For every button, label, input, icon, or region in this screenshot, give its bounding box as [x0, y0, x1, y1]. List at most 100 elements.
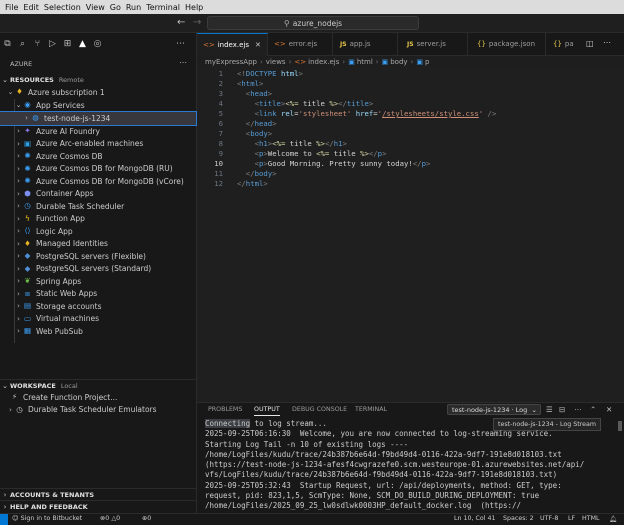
cosmos-db-icon: ✺: [24, 151, 31, 161]
indentation[interactable]: Spaces: 2: [503, 515, 534, 522]
virtual-machine-icon: ▭: [23, 313, 32, 323]
tree-item[interactable]: › ⟨⟩ Logic App: [0, 225, 210, 238]
menu-terminal[interactable]: Terminal: [146, 3, 180, 12]
tree-item[interactable]: › ▣ Azure Arc-enabled machines: [0, 138, 210, 151]
tree-item-app-services[interactable]: ⌄ ◉ App Services: [0, 99, 210, 112]
breadcrumb-item[interactable]: index.ejs: [308, 58, 339, 66]
json-file-icon: {}: [477, 40, 486, 48]
list-filter-icon[interactable]: ☰: [546, 405, 553, 414]
emulator-icon: ◷: [16, 404, 23, 414]
problems-indicator[interactable]: ⊗0 △0: [100, 515, 120, 522]
notifications-icon[interactable]: 🔔︎: [609, 515, 617, 523]
workspace-item-emulators[interactable]: › ◷ Durable Task Scheduler Emulators: [0, 404, 202, 417]
chevron-right-icon: ›: [17, 202, 20, 211]
run-debug-icon[interactable]: ▷: [45, 39, 60, 49]
more-icon[interactable]: ⋯: [173, 39, 188, 49]
forward-arrow-icon[interactable]: →: [193, 17, 201, 28]
remote-explorer-icon[interactable]: ◎: [90, 39, 105, 49]
menu-selection[interactable]: Selection: [44, 3, 81, 12]
menu-help[interactable]: Help: [185, 3, 203, 12]
breadcrumb-item[interactable]: myExpressApp: [205, 58, 257, 66]
tree-item[interactable]: › ❦ Spring Apps: [0, 275, 210, 288]
tree-item[interactable]: › ▭ Virtual machines: [0, 313, 210, 326]
breadcrumb-item[interactable]: html: [357, 58, 373, 66]
tab-index-ejs[interactable]: <> index.ejs ✕: [197, 33, 268, 56]
source-control-icon[interactable]: ⑂: [30, 39, 45, 49]
chevron-right-icon: ›: [375, 58, 379, 66]
line-number: 9: [218, 149, 223, 158]
tab-server-js[interactable]: JS server.js: [401, 33, 468, 55]
tab-debug-console[interactable]: DEBUG CONSOLE: [292, 406, 347, 413]
tree-item-subscription[interactable]: ⌄ ♦ Azure subscription 1: [0, 86, 202, 99]
log-line: vfs/LogFiles/kudu/trace/24b387b6e64d-f9b…: [205, 470, 558, 480]
breadcrumb-item[interactable]: p: [425, 58, 429, 66]
tab-terminal[interactable]: TERMINAL: [355, 406, 387, 413]
tree-item[interactable]: › ⬢ Container Apps: [0, 188, 210, 201]
end-of-line[interactable]: LF: [568, 515, 575, 522]
tree-item[interactable]: › ◆ PostgreSQL servers (Standard): [0, 263, 210, 276]
command-center-search[interactable]: ⚲ azure_nodejs: [207, 16, 419, 30]
tree-item[interactable]: › ▦ Web PubSub: [0, 325, 210, 338]
breadcrumb-item[interactable]: body: [390, 58, 407, 66]
explorer-icon[interactable]: ⧉: [0, 39, 15, 49]
extensions-icon[interactable]: ⊞: [60, 39, 75, 49]
split-editor-icon[interactable]: ◫: [586, 39, 594, 48]
bitbucket-signin[interactable]: ☺ Sign in to Bitbucket: [12, 515, 82, 522]
menu-go[interactable]: Go: [110, 3, 121, 12]
resources-section-header[interactable]: ⌄ RESOURCES Remote: [0, 74, 196, 86]
help-section-header[interactable]: › HELP AND FEEDBACK: [0, 500, 196, 513]
info-indicator[interactable]: ⊕0: [142, 515, 151, 522]
tree-item[interactable]: › ✺ Azure Cosmos DB: [0, 150, 210, 163]
tree-item[interactable]: › ✺ Azure Cosmos DB for MongoDB (vCore): [0, 175, 210, 188]
app-services-icon: ◉: [24, 100, 31, 110]
lock-icon[interactable]: ⊟: [559, 405, 565, 414]
tree-item[interactable]: › ▤ Storage accounts: [0, 300, 210, 313]
tree-item[interactable]: › ◆ PostgreSQL servers (Flexible): [0, 250, 210, 263]
status-bar: ☺ Sign in to Bitbucket ⊗0 △0 ⊕0 Ln 10, C…: [0, 513, 624, 525]
search-view-icon[interactable]: ⌕: [15, 39, 30, 49]
panel-scrollbar[interactable]: [618, 421, 622, 431]
sidebar-more-icon[interactable]: ⋯: [179, 58, 187, 67]
account-icon: ☺: [12, 515, 21, 522]
tree-item[interactable]: › ✺ Azure Cosmos DB for MongoDB (RU): [0, 163, 210, 176]
side-bar: ⧉ ⌕ ⑂ ▷ ⊞ ▲ ◎ ⋯ AZURE ⋯ ⌄ RESOURCES Remo…: [0, 33, 197, 513]
element-icon: ▣: [416, 58, 423, 66]
encoding[interactable]: UTF-8: [540, 515, 558, 522]
more-actions-icon[interactable]: ⋯: [603, 38, 611, 47]
chevron-up-icon[interactable]: ⌃: [590, 405, 596, 414]
cursor-position[interactable]: Ln 10, Col 41: [454, 515, 496, 522]
menu-file[interactable]: File: [5, 3, 18, 12]
language-mode[interactable]: HTML: [582, 515, 600, 522]
tab-package-json[interactable]: {} package.json: [471, 33, 546, 55]
menu-edit[interactable]: Edit: [23, 3, 39, 12]
code-editor[interactable]: 1 2 3 4 5 6 7 8 9 10 11 12 <!DOCTYPE htm…: [197, 67, 624, 402]
tab-output[interactable]: OUTPUT: [254, 406, 280, 416]
spring-apps-icon: ❦: [24, 276, 31, 286]
tree-item[interactable]: › ♦ Managed Identities: [0, 238, 210, 251]
tab-app-js[interactable]: JS app.js: [334, 33, 398, 55]
tree-item[interactable]: › ϟ Function App: [0, 213, 210, 226]
output-log[interactable]: Connecting to log stream... 2025-09-25T0…: [205, 419, 615, 512]
output-channel-select[interactable]: test-node-js-1234 · Log ⌄: [447, 404, 541, 415]
close-icon[interactable]: ✕: [255, 41, 261, 49]
close-panel-icon[interactable]: ✕: [606, 405, 612, 414]
tree-item[interactable]: › ◷ Durable Task Scheduler: [0, 200, 210, 213]
sidebar-title: AZURE: [10, 60, 33, 68]
tab-error-ejs[interactable]: <> error.ejs: [268, 33, 333, 55]
menu-run[interactable]: Run: [126, 3, 141, 12]
tab-problems[interactable]: PROBLEMS: [208, 406, 242, 413]
ejs-file-icon: <>: [294, 58, 307, 66]
azure-icon[interactable]: ▲: [75, 39, 90, 49]
tree-item[interactable]: › ✦ Azure AI Foundry: [0, 125, 210, 138]
tree-item-selected-app[interactable]: › ◍ test-node-js-1234: [0, 111, 197, 126]
breadcrumb-item[interactable]: views: [266, 58, 286, 66]
menu-view[interactable]: View: [86, 3, 105, 12]
cosmos-db-icon: ✺: [24, 163, 31, 173]
more-icon[interactable]: ⋯: [574, 405, 582, 414]
back-arrow-icon[interactable]: ←: [177, 17, 185, 28]
tree-item[interactable]: › ⧈ Static Web Apps: [0, 288, 210, 301]
chevron-right-icon: ›: [17, 302, 20, 311]
tab-pa[interactable]: {} pa: [547, 33, 583, 55]
remote-indicator[interactable]: [0, 514, 8, 525]
workspace-item-create-function[interactable]: ⚡ Create Function Project...: [0, 391, 206, 404]
